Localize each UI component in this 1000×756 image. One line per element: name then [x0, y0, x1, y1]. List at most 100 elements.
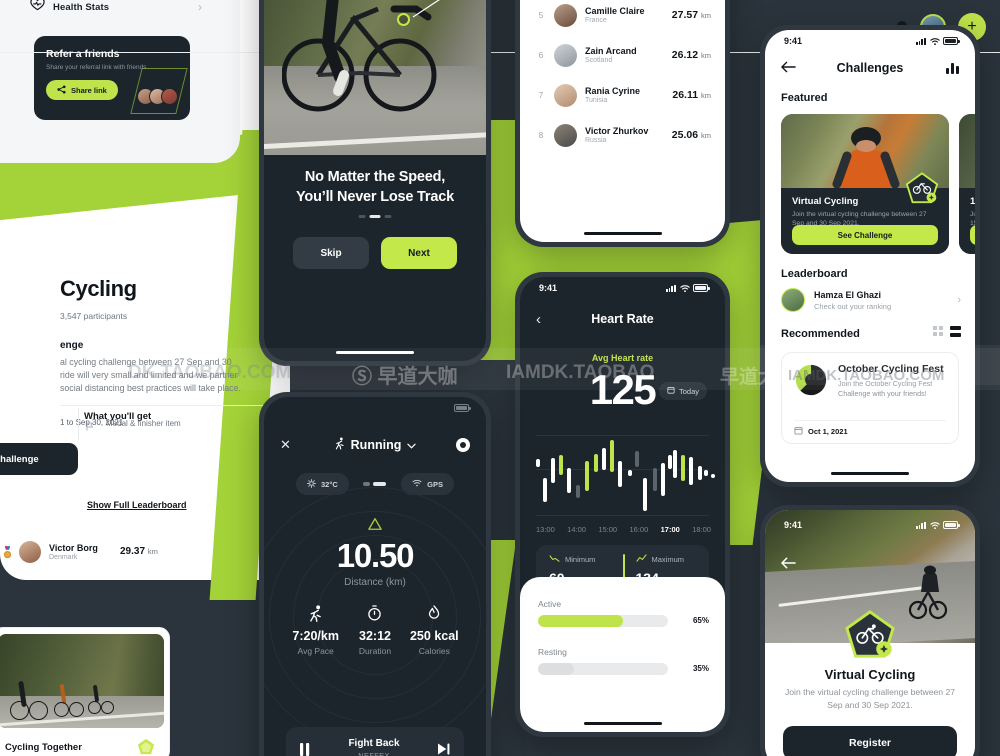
recommended-card-text: October Cycling Fest Join the October Cy…: [838, 363, 946, 399]
chevron-left-icon[interactable]: ‹: [536, 312, 541, 327]
chart-bar: [536, 459, 540, 467]
track-artist: NEFFEX: [358, 751, 390, 756]
register-button[interactable]: Register: [783, 726, 957, 756]
runner-icon: [286, 604, 345, 622]
distance-label: Distance (km): [344, 577, 406, 588]
leaderboard-rank: 8: [538, 130, 544, 140]
skip-button[interactable]: Skip: [293, 237, 369, 269]
phone-challenges: 9:41 Challenges Featured Virtual Cycling…: [760, 25, 980, 487]
running-stat-value: 32:12: [359, 629, 391, 643]
recommended-title: October Cycling Fest: [838, 363, 944, 375]
chart-x-tick: 16:00: [629, 525, 649, 534]
pause-icon[interactable]: [300, 742, 310, 756]
chart-bar: [681, 455, 685, 482]
next-track-icon[interactable]: [438, 743, 450, 755]
recommended-date: Oct 1, 2021: [794, 426, 848, 437]
featured-cards-carousel[interactable]: Virtual Cycling Join the virtual cycling…: [781, 114, 975, 254]
see-challenge-button[interactable]: [970, 225, 975, 245]
leaderboard-country: Tunisia: [585, 97, 608, 104]
arrow-left-icon[interactable]: [781, 556, 796, 572]
register-title: Virtual Cycling: [824, 667, 916, 682]
chart-x-tick: 18:00: [692, 525, 711, 534]
pagination-dot[interactable]: [384, 215, 392, 218]
next-button[interactable]: Next: [381, 237, 457, 269]
pagination-dots[interactable]: [358, 215, 392, 218]
status-icons: [915, 37, 960, 46]
heart-rate-screen: 9:41 ‹ Heart Rate Avg Heart rate 125 Tod…: [520, 277, 725, 732]
leaderboard-user-row[interactable]: Hamza El Ghazi Check out your ranking ›: [781, 288, 961, 312]
heart-rate-chart: [536, 433, 715, 517]
bar-chart-icon[interactable]: [946, 62, 959, 74]
cycling-together-card[interactable]: Cycling Together: [0, 627, 170, 756]
trend-down-icon: [549, 554, 560, 565]
running-stat-value: 250 kcal: [409, 629, 459, 643]
list-view-icon[interactable]: [950, 326, 961, 337]
leaderboard-row[interactable]: 6 Zain Arcand Scotland 26.12 km: [534, 35, 711, 75]
wifi-icon: [680, 284, 690, 293]
chart-x-tick: 15:00: [598, 525, 618, 534]
challenge-title: 10: [970, 196, 975, 207]
pagination-dot-active[interactable]: [369, 215, 381, 218]
leaderboard-row[interactable]: 8 Victor Zhurkov Russia 25.06 km: [534, 115, 711, 155]
status-icons: [915, 521, 960, 530]
challenges-screen: 9:41 Challenges Featured Virtual Cycling…: [765, 30, 975, 482]
leaderboard-list[interactable]: Victor BorgDenmark29.37 km4Rachid Ghazal…: [520, 0, 725, 155]
running-stat-label: Calories: [418, 646, 450, 656]
bike-wheel: [69, 701, 84, 717]
show-full-leaderboard-link[interactable]: Show Full Leaderboard: [87, 500, 187, 510]
chart-x-axis: 13:00 14:00 15:00 16:00 17:00 18:00: [536, 525, 711, 534]
active-progress-track: [538, 615, 668, 627]
record-icon[interactable]: [456, 438, 470, 452]
avatar: [19, 541, 41, 563]
page-title: Heart Rate: [591, 312, 654, 326]
share-icon: [57, 84, 66, 96]
running-stat-label: Avg Pace: [297, 646, 334, 656]
running-stat: 250 kcal Calories: [405, 605, 464, 656]
flame-icon: [405, 605, 464, 621]
see-challenge-button[interactable]: See Challenge: [792, 225, 938, 245]
chart-bar: [610, 439, 615, 473]
register-subtitle: Join the virtual cycling challenge betwe…: [784, 687, 956, 710]
recommended-card[interactable]: October Cycling Fest Join the October Cy…: [781, 352, 959, 444]
grid-view-icon[interactable]: [933, 326, 943, 337]
medal-badge-icon: [137, 738, 155, 755]
status-bar: [264, 397, 486, 419]
refer-subtitle: Share your referral link with friends: [46, 64, 147, 71]
cyclist-illustration: [908, 565, 948, 620]
status-bar: 9:41: [765, 30, 975, 52]
heart-rate-breakdown-sheet: Active 65% Resting 35%: [520, 577, 725, 732]
pagination-dot[interactable]: [358, 215, 366, 218]
leaderboard-row[interactable]: 5 Camille Claire France 27.57 km: [534, 0, 711, 35]
phone-heart-rate: 9:41 ‹ Heart Rate Avg Heart rate 125 Tod…: [515, 272, 730, 737]
leaderboard-country: Denmark: [49, 554, 78, 561]
cyclists-photo: [0, 634, 164, 728]
avg-heart-rate-label: Avg Heart rate: [591, 353, 654, 363]
challenge-card[interactable]: 10 Jo 15: [959, 114, 975, 254]
chart-bar: [661, 462, 666, 497]
today-chip-label: Today: [678, 386, 699, 396]
chart-x-tick: 14:00: [567, 525, 586, 534]
share-link-button[interactable]: Share link: [46, 80, 118, 100]
activity-mode-selector[interactable]: Running: [334, 437, 417, 453]
view-toggle[interactable]: [933, 326, 961, 337]
close-icon[interactable]: ✕: [280, 437, 291, 453]
join-challenge-button[interactable]: Challenge: [0, 443, 78, 475]
resting-label: Resting: [538, 647, 567, 657]
medal-icon: [2, 545, 13, 559]
chevron-right-icon: ›: [957, 294, 961, 306]
maximum-label: Maximum: [651, 555, 685, 564]
distance-unit: km: [147, 547, 158, 556]
onboarding-actions: Skip Next: [293, 237, 457, 269]
distance-unit: km: [701, 131, 711, 140]
today-filter-chip[interactable]: Today: [658, 382, 707, 400]
signal-icon: [915, 37, 926, 45]
leaderboard-rank: 5: [538, 10, 544, 20]
challenge-card[interactable]: Virtual Cycling Join the virtual cycling…: [781, 114, 949, 254]
chart-bar: [618, 461, 623, 488]
leaderboard-row[interactable]: 7 Rania Cyrine Tunisia 26.11 km: [534, 75, 711, 115]
resting-progress-fill: [538, 663, 575, 675]
arrow-left-icon[interactable]: [781, 60, 796, 76]
running-stat-label: Duration: [358, 646, 392, 656]
road-marking: [264, 131, 486, 150]
leaderboard-row[interactable]: Victor Borg Denmark 29.37 km: [2, 538, 182, 566]
